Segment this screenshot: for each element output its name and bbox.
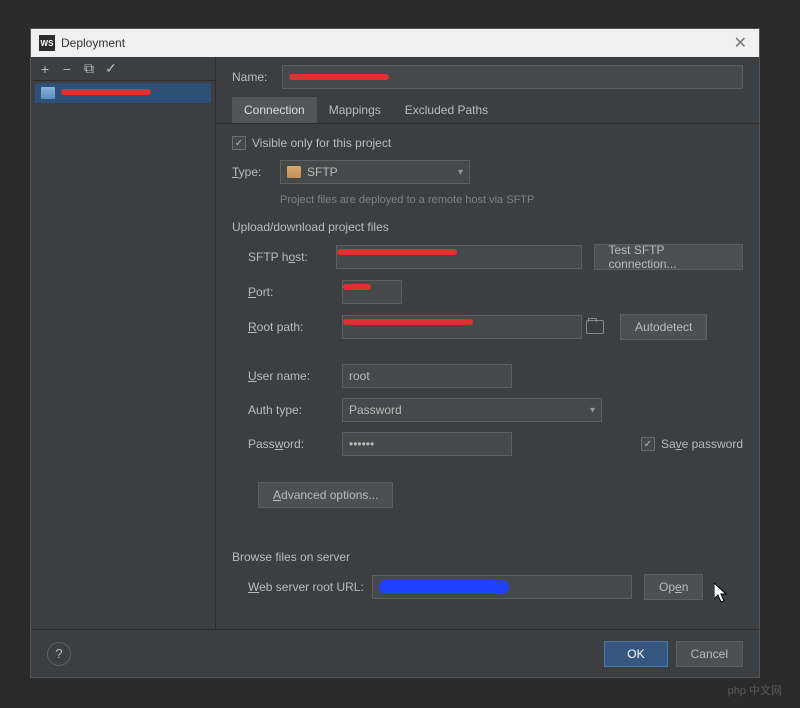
upload-section-title: Upload/download project files: [232, 220, 743, 234]
add-button[interactable]: +: [35, 59, 55, 79]
mouse-cursor-icon: [714, 583, 730, 608]
tab-excluded-paths[interactable]: Excluded Paths: [393, 97, 500, 123]
save-password-label: Save password: [661, 437, 743, 451]
root-path-row: Root path: Autodetect: [232, 314, 743, 340]
port-row: Port:: [232, 280, 743, 304]
port-label: Port:: [232, 285, 342, 299]
sftp-host-label: SFTP host:: [232, 250, 336, 264]
web-root-input[interactable]: [372, 575, 632, 599]
tab-content: ✓ Visible only for this project Type: SF…: [216, 124, 759, 629]
advanced-options-button[interactable]: Advanced options...: [258, 482, 393, 508]
advanced-row: Advanced options...: [232, 482, 743, 508]
type-label: Type:: [232, 165, 280, 179]
visible-only-label: Visible only for this project: [252, 136, 391, 150]
type-hint: Project files are deployed to a remote h…: [232, 194, 743, 206]
type-row: Type: SFTP ▾: [232, 160, 743, 184]
password-input[interactable]: ••••••: [342, 432, 512, 456]
sftp-icon: [287, 166, 301, 178]
chevron-down-icon: ▾: [590, 405, 595, 416]
auth-type-label: Auth type:: [232, 403, 342, 417]
username-input[interactable]: root: [342, 364, 512, 388]
type-select[interactable]: SFTP ▾: [280, 160, 470, 184]
deployment-dialog: WS Deployment ✕ + − ⧉ ✓ Name:: [30, 28, 760, 678]
port-input[interactable]: [342, 280, 402, 304]
remove-button[interactable]: −: [57, 59, 77, 79]
type-value: SFTP: [307, 165, 338, 179]
window-title: Deployment: [61, 36, 730, 50]
dialog-footer: ? OK Cancel: [31, 629, 759, 677]
web-root-row: Web server root URL: Open: [232, 574, 743, 600]
web-root-label: Web server root URL:: [232, 580, 372, 594]
root-path-input[interactable]: [342, 315, 582, 339]
name-input[interactable]: [282, 65, 743, 89]
browse-section-title: Browse files on server: [232, 550, 743, 564]
save-password-checkbox[interactable]: ✓: [641, 437, 655, 451]
name-row: Name:: [216, 57, 759, 97]
copy-button[interactable]: ⧉: [79, 59, 99, 79]
cancel-button[interactable]: Cancel: [676, 641, 743, 667]
dialog-body: + − ⧉ ✓ Name: Connection Mappings Exclud…: [31, 57, 759, 629]
watermark: php 中文网: [728, 682, 782, 698]
help-button[interactable]: ?: [47, 642, 71, 666]
auth-type-row: Auth type: Password ▾: [232, 398, 743, 422]
password-row: Password: •••••• ✓ Save password: [232, 432, 743, 456]
sidebar-server-item[interactable]: [35, 83, 211, 103]
open-button[interactable]: Open: [644, 574, 703, 600]
sidebar-toolbar: + − ⧉ ✓: [31, 57, 215, 81]
title-bar: WS Deployment ✕: [31, 29, 759, 57]
tab-mappings[interactable]: Mappings: [317, 97, 393, 123]
sftp-host-row: SFTP host: Test SFTP connection...: [232, 244, 743, 270]
name-label: Name:: [232, 70, 282, 84]
visible-only-row: ✓ Visible only for this project: [232, 136, 743, 150]
app-icon: WS: [39, 35, 55, 51]
root-path-label: Root path:: [232, 320, 342, 334]
username-label: User name:: [232, 369, 342, 383]
sidebar: + − ⧉ ✓: [31, 57, 216, 629]
chevron-down-icon: ▾: [458, 167, 463, 178]
server-icon: [41, 87, 55, 99]
tab-connection[interactable]: Connection: [232, 97, 317, 123]
close-icon[interactable]: ✕: [730, 33, 751, 53]
server-name: [61, 86, 161, 100]
visible-only-checkbox[interactable]: ✓: [232, 136, 246, 150]
ok-button[interactable]: OK: [604, 641, 667, 667]
autodetect-button[interactable]: Autodetect: [620, 314, 707, 340]
test-connection-button[interactable]: Test SFTP connection...: [594, 244, 744, 270]
main-panel: Name: Connection Mappings Excluded Paths…: [216, 57, 759, 629]
auth-type-value: Password: [349, 403, 402, 417]
browse-folder-icon[interactable]: [586, 320, 604, 334]
username-row: User name: root: [232, 364, 743, 388]
auth-type-select[interactable]: Password ▾: [342, 398, 602, 422]
password-label: Password:: [232, 437, 342, 451]
sftp-host-input[interactable]: [336, 245, 581, 269]
apply-button[interactable]: ✓: [101, 59, 121, 79]
tabs: Connection Mappings Excluded Paths: [216, 97, 759, 124]
